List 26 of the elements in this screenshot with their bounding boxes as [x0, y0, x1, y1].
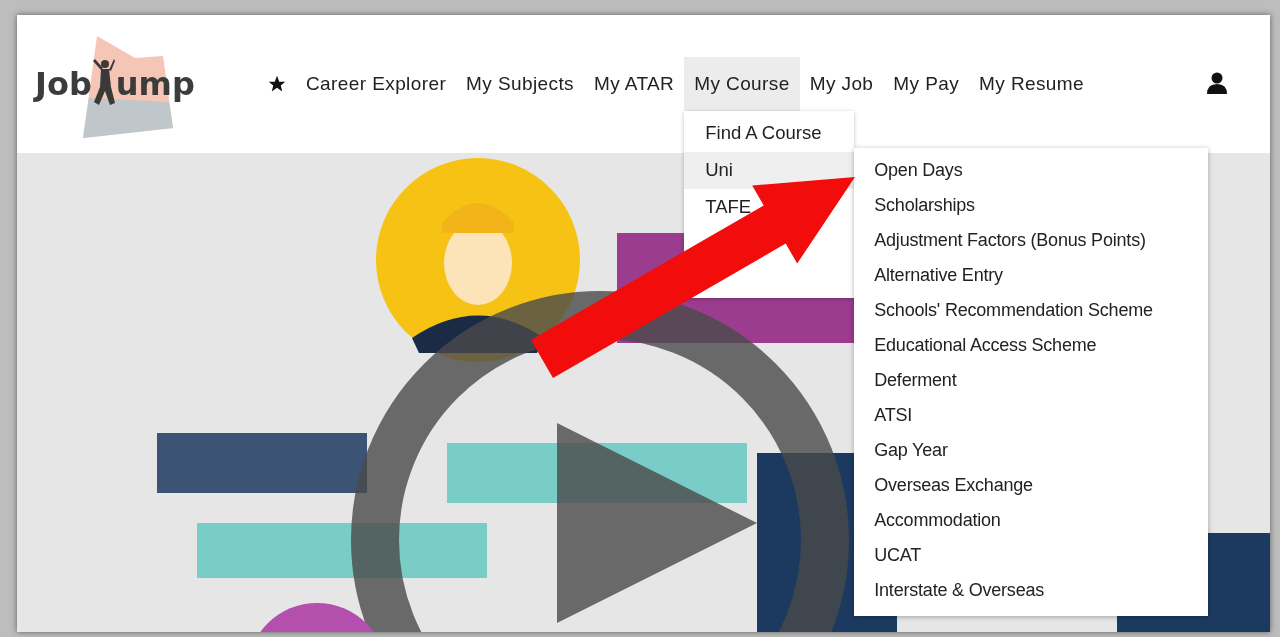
nav-link[interactable]: My Pay — [883, 57, 970, 111]
submenu-item[interactable]: Accommodation — [854, 503, 1209, 538]
submenu-item[interactable]: Interstate & Overseas — [854, 573, 1209, 608]
submenu-item[interactable]: Educational Access Scheme — [854, 328, 1209, 363]
submenu-item[interactable]: Scholarships — [854, 188, 1209, 223]
nav-link[interactable]: My Subjects — [456, 57, 584, 111]
submenu-item[interactable]: Alternative Entry — [854, 258, 1209, 293]
nav-link[interactable]: My Job — [799, 57, 884, 111]
logo-text: Job — [35, 65, 92, 103]
submenu-item[interactable]: Overseas Exchange — [854, 468, 1209, 503]
submenu-item[interactable]: Gap Year — [854, 433, 1209, 468]
submenu-item[interactable]: ATSI — [854, 398, 1209, 433]
submenu-item[interactable]: Adjustment Factors (Bonus Points) — [854, 223, 1209, 258]
user-icon[interactable] — [1206, 72, 1228, 94]
nav-link[interactable]: My Course — [684, 57, 800, 111]
submenu-item[interactable]: Open Days — [854, 153, 1209, 188]
menu-item[interactable]: Find A Course — [684, 115, 823, 152]
nav-link[interactable]: My Resume — [969, 57, 1095, 111]
submenu-item[interactable]: Schools' Recommendation Scheme — [854, 293, 1209, 328]
star-icon[interactable] — [268, 75, 286, 93]
submenu-item[interactable]: Deferment — [854, 363, 1209, 398]
menu-item[interactable]: TAFE — [684, 189, 753, 226]
logo-text: ump — [115, 65, 195, 103]
nav-link[interactable]: My ATAR — [584, 57, 685, 111]
submenu-item[interactable]: UCAT — [854, 538, 1209, 573]
nav-link[interactable]: Career Explorer — [296, 57, 457, 111]
